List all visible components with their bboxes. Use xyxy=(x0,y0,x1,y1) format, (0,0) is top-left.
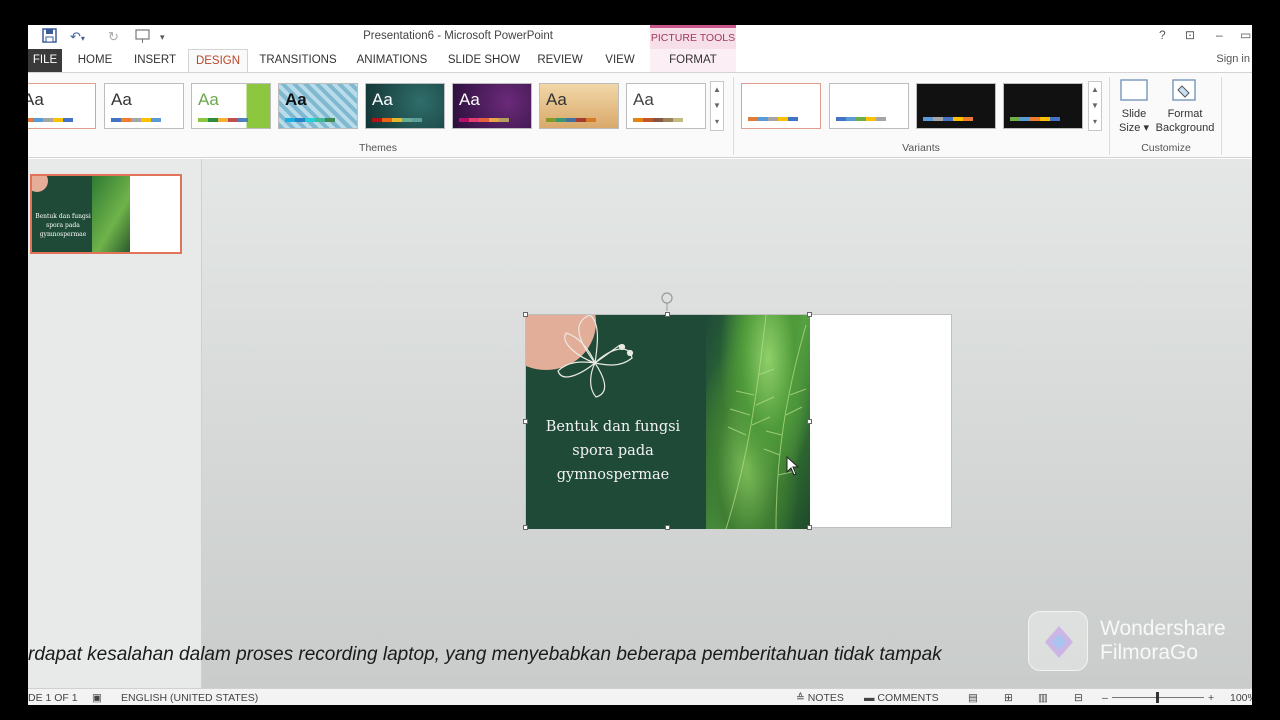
variant-4[interactable] xyxy=(1003,83,1083,129)
tab-slide-show[interactable]: SLIDE SHOW xyxy=(444,49,524,72)
resize-handle-bl[interactable] xyxy=(523,525,528,530)
editing-area: Bentuk dan fungsi spora pada gymnosperma… xyxy=(28,159,1252,688)
theme-office-2[interactable]: Aa xyxy=(104,83,184,129)
maximize-icon[interactable]: ▭ xyxy=(1240,28,1251,42)
theme-organic[interactable]: Aa xyxy=(539,83,619,129)
slide-show-icon[interactable]: ⊟ xyxy=(1074,692,1083,704)
slide-canvas[interactable]: Bentuk dan fungsi spora pada gymnosperma… xyxy=(523,292,952,530)
variant-3[interactable] xyxy=(916,83,996,129)
theme-integral[interactable]: Aa xyxy=(278,83,358,129)
zoom-level[interactable]: 100% xyxy=(1230,692,1252,704)
spelling-check-icon[interactable]: ▣ xyxy=(92,692,102,704)
tab-home[interactable]: HOME xyxy=(70,49,120,72)
status-bar: DE 1 OF 1 ▣ ENGLISH (UNITED STATES) ≙ NO… xyxy=(28,688,1252,705)
theme-facet[interactable]: Aa xyxy=(191,83,271,129)
resize-handle-br[interactable] xyxy=(807,525,812,530)
zoom-out-icon[interactable]: – xyxy=(1102,692,1108,704)
title-bar: ↶▾ ↻ ▾ Presentation6 - Microsoft PowerPo… xyxy=(28,25,1252,49)
comments-button[interactable]: ▬ COMMENTS xyxy=(864,692,939,704)
zoom-slider-thumb[interactable] xyxy=(1156,692,1159,703)
move-cursor-icon xyxy=(786,455,800,476)
tab-file[interactable]: FILE xyxy=(28,49,62,72)
slide-title-text[interactable]: Bentuk dan fungsi spora pada gymnosperma… xyxy=(526,415,700,487)
slide-size-button[interactable]: Slide Size ▾ xyxy=(1114,77,1154,135)
variants-scroll-buttons[interactable]: ▲ ▼ ▾ xyxy=(1088,81,1102,131)
theme-ion-boardroom[interactable]: Aa xyxy=(452,83,532,129)
filmorago-watermark: Wondershare FilmoraGo xyxy=(1028,611,1252,675)
window-title: Presentation6 - Microsoft PowerPoint xyxy=(363,30,553,42)
themes-scroll-buttons[interactable]: ▲ ▼ ▾ xyxy=(710,81,724,131)
thumb-title-text: Bentuk dan fungsi spora pada gymnosperma… xyxy=(35,213,91,238)
video-caption: rdapat kesalahan dalam proses recording … xyxy=(28,644,942,665)
resize-handle-left[interactable] xyxy=(523,419,528,424)
language-indicator[interactable]: ENGLISH (UNITED STATES) xyxy=(121,692,258,704)
help-icon[interactable]: ? xyxy=(1159,28,1166,42)
ribbon-tabs: FILE HOME INSERT DESIGN TRANSITIONS ANIM… xyxy=(28,49,1252,72)
variant-1[interactable] xyxy=(741,83,821,129)
tab-review[interactable]: REVIEW xyxy=(534,49,586,72)
tab-design[interactable]: DESIGN xyxy=(188,49,248,72)
resize-handle-bottom[interactable] xyxy=(665,525,670,530)
fern-leaves-graphic xyxy=(725,315,807,529)
themes-group-label: Themes xyxy=(359,142,397,154)
filmorago-logo-icon xyxy=(1028,611,1088,671)
thumb-peach-shape xyxy=(32,176,48,192)
resize-handle-right[interactable] xyxy=(807,419,812,424)
ribbon-display-options-icon[interactable]: ⊡ xyxy=(1185,28,1195,42)
minimize-icon[interactable]: – xyxy=(1216,28,1223,42)
resize-handle-tr[interactable] xyxy=(807,312,812,317)
normal-view-icon[interactable]: ▤ xyxy=(968,692,978,704)
tab-view[interactable]: VIEW xyxy=(598,49,642,72)
slide-thumbnail-1[interactable]: Bentuk dan fungsi spora pada gymnosperma… xyxy=(30,174,182,254)
variants-group-label: Variants xyxy=(902,142,940,154)
reading-view-icon[interactable]: ▥ xyxy=(1038,692,1048,704)
resize-handle-tl[interactable] xyxy=(523,312,528,317)
slide-size-icon xyxy=(1120,79,1148,101)
theme-office[interactable]: Aa xyxy=(28,83,96,129)
slide-sorter-icon[interactable]: ⊞ xyxy=(1004,692,1013,704)
tab-insert[interactable]: INSERT xyxy=(130,49,180,72)
variant-2[interactable] xyxy=(829,83,909,129)
tab-transitions[interactable]: TRANSITIONS xyxy=(256,49,340,72)
picture-tools-label: PICTURE TOOLS xyxy=(650,25,736,49)
theme-retrospect[interactable]: Aa xyxy=(626,83,706,129)
notes-button[interactable]: ≙ NOTES xyxy=(796,692,844,704)
thumb-fern-image xyxy=(92,176,130,252)
powerpoint-window: ↶▾ ↻ ▾ Presentation6 - Microsoft PowerPo… xyxy=(28,25,1252,705)
comments-icon: ▬ xyxy=(864,692,878,704)
rotate-handle-icon[interactable] xyxy=(660,291,674,311)
slide-thumbnail-pane: Bentuk dan fungsi spora pada gymnosperma… xyxy=(28,159,202,688)
resize-handle-top[interactable] xyxy=(665,312,670,317)
tab-animations[interactable]: ANIMATIONS xyxy=(350,49,434,72)
selected-picture[interactable]: Bentuk dan fungsi spora pada gymnosperma… xyxy=(526,315,810,529)
customize-group-label: Customize xyxy=(1141,142,1191,154)
ribbon-design: Aa Aa Aa Aa Aa Aa Aa Aa xyxy=(28,72,1252,158)
format-background-icon xyxy=(1172,79,1196,101)
format-background-button[interactable]: Format Background xyxy=(1152,77,1218,135)
tab-format[interactable]: FORMAT xyxy=(650,49,736,72)
theme-ion[interactable]: Aa xyxy=(365,83,445,129)
zoom-in-icon[interactable]: + xyxy=(1208,692,1214,704)
notes-icon: ≙ xyxy=(796,692,808,704)
flower-outline-icon xyxy=(557,315,634,398)
sign-in-link[interactable]: Sign in xyxy=(1216,53,1250,65)
slide-count: DE 1 OF 1 xyxy=(28,692,78,704)
